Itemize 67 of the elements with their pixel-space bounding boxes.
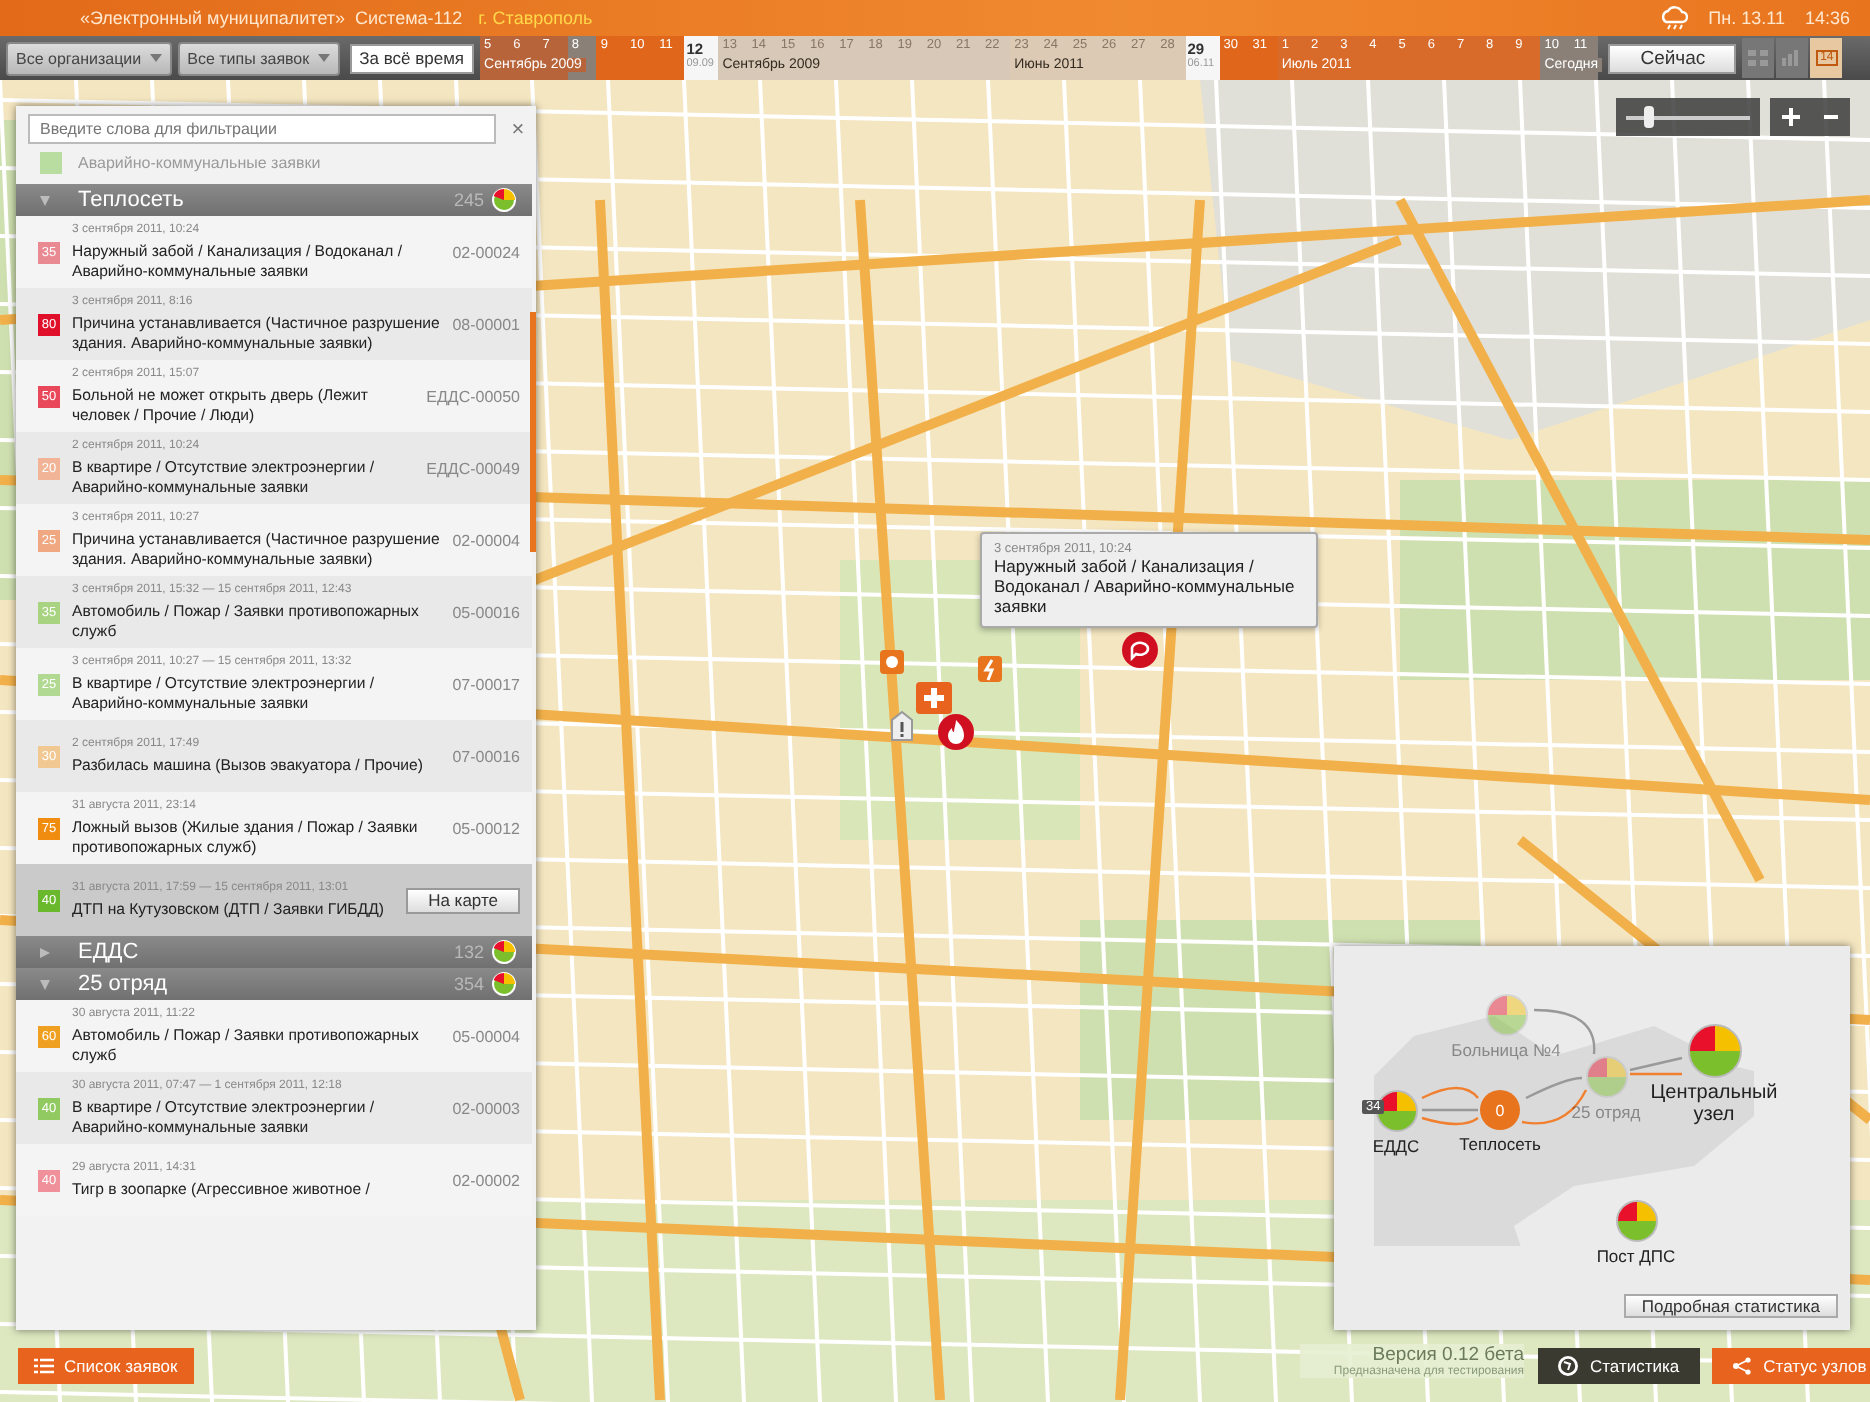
expanded-triangle-icon — [40, 195, 50, 205]
group-header[interactable]: ЕДДС 132 — [16, 936, 532, 968]
request-code: 05-00004 — [452, 1027, 520, 1045]
expanded-triangle-icon — [40, 979, 50, 989]
request-code: 08-00001 — [452, 315, 520, 333]
zoom-slider[interactable] — [1616, 98, 1760, 136]
group-count: 132 — [453, 942, 484, 962]
group-header[interactable]: Теплосеть 245 — [16, 184, 532, 216]
footer-button[interactable]: Статистика — [1538, 1348, 1700, 1384]
group-count: 245 — [453, 190, 484, 210]
close-button[interactable]: × — [508, 117, 528, 141]
slider-thumb[interactable] — [1644, 105, 1655, 127]
request-code: 05-00012 — [452, 819, 520, 837]
scrollbar-thumb[interactable] — [530, 312, 536, 552]
view-button[interactable] — [1776, 38, 1809, 78]
bars-icon — [1782, 50, 1803, 66]
request-code: ЕДДС-00049 — [426, 459, 520, 477]
request-code: ЕДДС-00050 — [426, 387, 520, 405]
node-label: ЕДДС — [1372, 1136, 1420, 1156]
now-button[interactable]: Сейчас — [1608, 43, 1737, 73]
zoom-in-icon — [1782, 108, 1800, 126]
weather-cloud-icon — [1660, 6, 1689, 30]
node-label: Центральный узел — [1650, 1082, 1778, 1126]
request-code: 02-00004 — [452, 531, 520, 549]
filter-dropdown[interactable]: Все организации — [6, 41, 172, 75]
footer-button[interactable]: Статус узлов — [1711, 1348, 1870, 1384]
show-on-map-button[interactable]: На карте — [406, 887, 520, 913]
lightning-marker-icon — [972, 652, 1008, 688]
group-name: Теплосеть — [78, 188, 186, 212]
request-code: 07-00016 — [452, 747, 520, 765]
group-name: ЕДДС — [78, 940, 141, 964]
request-code: 02-00002 — [452, 1171, 520, 1189]
node-label: Теплосеть — [1459, 1134, 1541, 1154]
group-header[interactable]: 25 отряд 354 — [16, 968, 532, 1000]
filter-dropdown[interactable]: Все типы заявок — [177, 41, 340, 75]
node-label: 25 отряд — [1571, 1102, 1641, 1122]
filter-field[interactable]: Введите слова для фильтрации — [28, 114, 496, 144]
request-code: 02-00003 — [452, 1099, 520, 1117]
group-name: 25 отряд — [78, 972, 170, 996]
request-text: Аварийно-коммунальные заявки — [78, 154, 321, 172]
view-button[interactable] — [1742, 38, 1775, 78]
request-code: 02-00024 — [452, 243, 520, 261]
app-title: «Электронный муниципалитет» Система-112 — [80, 8, 463, 28]
tooltip-text: Наружный забой / Канализация / Водоканал / Аварийно-коммунальные заявки — [994, 556, 1297, 618]
request-code: 05-00016 — [452, 603, 520, 621]
node-label: Больница №4 — [1451, 1040, 1561, 1060]
detailed-statistics-button[interactable]: Подробная статистика — [1623, 1294, 1838, 1318]
date-text: Пн. 13.11 — [1708, 8, 1785, 28]
chat-bubble-marker-icon — [1122, 632, 1158, 668]
nodes-icon — [1731, 1356, 1752, 1376]
caret-icon — [317, 54, 330, 62]
list-icon — [34, 1358, 54, 1374]
request-list-button[interactable]: Список заявок — [18, 1348, 194, 1384]
group-count: 354 — [453, 974, 484, 994]
caret-icon — [149, 54, 162, 62]
request-code: 07-00017 — [452, 675, 520, 693]
plus-marker-icon — [916, 682, 952, 718]
period-button[interactable]: За всё время — [349, 43, 475, 73]
pie-chart-icon — [492, 972, 516, 996]
version-text: Версия 0.12 бета — [1372, 1344, 1524, 1366]
node-label: Пост ДПС — [1596, 1246, 1676, 1266]
pie-chart-icon — [492, 940, 516, 964]
city-name[interactable]: г. Ставрополь — [478, 8, 593, 28]
pie-chart-icon — [492, 188, 516, 212]
collapsed-triangle-icon — [40, 947, 50, 957]
time-text: 14:36 — [1804, 8, 1850, 28]
flame-marker-icon — [938, 714, 974, 750]
